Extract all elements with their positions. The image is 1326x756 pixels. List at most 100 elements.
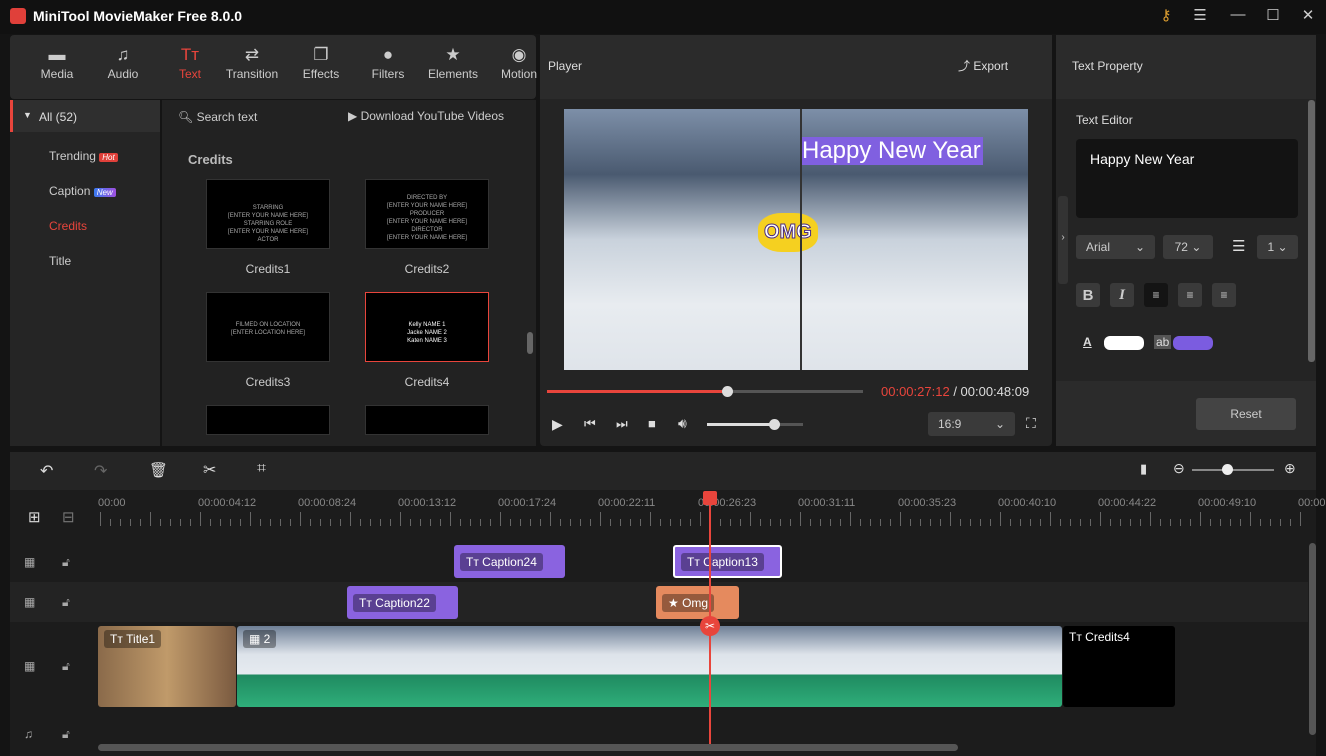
stop-button[interactable]: ■	[648, 416, 656, 431]
category-title[interactable]: Title	[49, 254, 71, 268]
play-button[interactable]: ▶	[552, 416, 563, 433]
zoom-slider[interactable]	[1192, 464, 1274, 475]
text-color-swatch[interactable]	[1104, 336, 1144, 350]
remove-track-icon[interactable]: ⊟	[62, 508, 75, 526]
aspect-ratio-select[interactable]: 16:9 ⌄	[928, 412, 1015, 436]
volume-icon[interactable]: 🔊︎	[678, 415, 687, 432]
text-overlay[interactable]: Happy New Year	[800, 137, 983, 165]
tick-mark	[300, 512, 301, 526]
folder-icon: ▬	[48, 45, 66, 64]
align-right-button[interactable]: ≡	[1212, 283, 1236, 307]
align-left-button[interactable]: ≡	[1144, 283, 1168, 307]
lock-icon[interactable]: 🔓︎	[62, 727, 70, 742]
lock-icon[interactable]: 🔓︎	[62, 659, 70, 674]
background-color-swatch[interactable]	[1173, 336, 1213, 350]
key-icon[interactable]: ⚷	[1154, 6, 1178, 24]
clip-title1[interactable]: Tт Title1	[98, 626, 236, 707]
tick-mark	[550, 512, 551, 526]
tick-mark	[860, 519, 861, 526]
clip-caption22[interactable]: Tт Caption22	[347, 586, 458, 619]
tick-mark	[630, 519, 631, 526]
library-scrollbar[interactable]	[527, 332, 533, 354]
category-credits[interactable]: Credits	[49, 219, 87, 233]
thumb-credits3[interactable]: FILMED ON LOCATION [ENTER LOCATION HERE]	[206, 292, 330, 362]
tick-label: 00:00:17:24	[498, 497, 557, 509]
download-youtube-button[interactable]: ▶ Download YouTube Videos	[348, 109, 504, 123]
tool-media[interactable]: ▬ Media	[22, 45, 92, 81]
tick-mark	[510, 519, 511, 526]
search-text-input[interactable]: 🔍︎ Search text	[178, 110, 257, 124]
tick-mark	[1260, 519, 1261, 526]
delete-icon[interactable]: 🗑︎	[149, 461, 168, 479]
collapse-panel-button[interactable]: ›	[1058, 196, 1068, 284]
tick-mark	[1000, 512, 1001, 526]
font-size-select[interactable]: 72 ⌄	[1163, 235, 1213, 259]
video-preview[interactable]: Happy New Year OMG	[564, 109, 1028, 370]
lock-icon[interactable]: 🔓︎	[62, 595, 70, 610]
thumb-label: Credits3	[245, 375, 291, 389]
redo-icon[interactable]: ↷	[94, 461, 107, 481]
split-marker-icon[interactable]: ✂	[700, 616, 720, 636]
playback-slider[interactable]	[547, 386, 863, 397]
category-caption[interactable]: Caption New	[49, 184, 116, 198]
lock-icon[interactable]: 🔓︎	[62, 555, 70, 570]
zoom-out-icon[interactable]: ⊖	[1173, 460, 1185, 477]
timeline-v-scrollbar[interactable]	[1309, 543, 1316, 735]
tool-filters[interactable]: ● Filters	[353, 45, 423, 81]
reset-button[interactable]: Reset	[1196, 398, 1296, 430]
tool-text[interactable]: Tт Text	[155, 45, 225, 81]
tool-effects[interactable]: ❐ Effects	[286, 45, 356, 81]
thumb-more[interactable]	[206, 405, 330, 435]
text-editor-input[interactable]: Happy New Year	[1076, 139, 1298, 218]
omg-sticker[interactable]: OMG	[758, 213, 818, 252]
tick-mark	[360, 519, 361, 526]
clip-caption13[interactable]: Tт Caption13	[673, 545, 782, 578]
next-frame-button[interactable]: ⏭	[616, 416, 628, 432]
tick-mark	[240, 519, 241, 526]
add-track-icon[interactable]: ⊞	[28, 508, 41, 526]
thumb-credits2[interactable]: DIRECTED BY [ENTER YOUR NAME HERE] PRODU…	[365, 179, 489, 249]
tool-elements[interactable]: ★ Elements	[418, 45, 488, 81]
music-icon: ♫	[116, 45, 130, 64]
fullscreen-icon[interactable]: ⛶	[1026, 415, 1036, 432]
export-button[interactable]: ⤴ Export	[958, 57, 1008, 74]
clip-caption24[interactable]: Tт Caption24	[454, 545, 565, 578]
crop-icon[interactable]: ⌗	[257, 460, 266, 478]
thumb-credits4[interactable]: Kelly NAME 1 Jacke NAME 2 Katen NAME 3	[365, 292, 489, 362]
italic-button[interactable]: I	[1110, 283, 1134, 307]
thumb-credits1[interactable]: STARRING [ENTER YOUR NAME HERE] STARRING…	[206, 179, 330, 249]
clip-video[interactable]: ▦ 2	[237, 626, 1062, 707]
tick-mark	[450, 512, 451, 526]
category-all[interactable]: ▼ All (52)	[10, 100, 160, 132]
tick-mark	[1070, 519, 1071, 526]
tool-audio[interactable]: ♫ Audio	[88, 45, 158, 81]
tick-mark	[520, 519, 521, 526]
playhead-handle[interactable]	[703, 491, 717, 505]
bold-button[interactable]: B	[1076, 283, 1100, 307]
menu-icon[interactable]: ☰	[1188, 6, 1212, 24]
filters-icon: ●	[382, 45, 394, 64]
category-trending[interactable]: Trending Hot	[49, 149, 118, 163]
align-center-button[interactable]: ≡	[1178, 283, 1202, 307]
timeline-h-scrollbar[interactable]	[98, 744, 958, 751]
text-property-title: Text Property	[1072, 59, 1143, 73]
undo-icon[interactable]: ↶	[40, 461, 53, 481]
volume-slider[interactable]	[707, 419, 803, 430]
fit-timeline-icon[interactable]: ▮	[1140, 461, 1147, 477]
tick-mark	[610, 519, 611, 526]
cable-line	[800, 109, 802, 370]
split-icon[interactable]: ✂	[203, 460, 216, 480]
tick-mark	[1030, 519, 1031, 526]
line-spacing-select[interactable]: 1 ⌄	[1257, 235, 1298, 259]
minimize-button[interactable]: —	[1226, 6, 1250, 23]
thumb-more[interactable]	[365, 405, 489, 435]
property-scrollbar[interactable]	[1308, 100, 1315, 362]
zoom-in-icon[interactable]: ⊕	[1284, 460, 1296, 477]
clip-omg[interactable]: ★ Omg	[656, 586, 739, 619]
previous-frame-button[interactable]: ⏮	[584, 416, 596, 432]
clip-credits4[interactable]: Tт Credits4	[1063, 626, 1175, 707]
close-button[interactable]: ✕	[1296, 6, 1320, 24]
font-select[interactable]: Arial ⌄	[1076, 235, 1155, 259]
maximize-button[interactable]: ☐	[1261, 6, 1285, 24]
tool-transition[interactable]: ⇄ Transition	[217, 45, 287, 81]
